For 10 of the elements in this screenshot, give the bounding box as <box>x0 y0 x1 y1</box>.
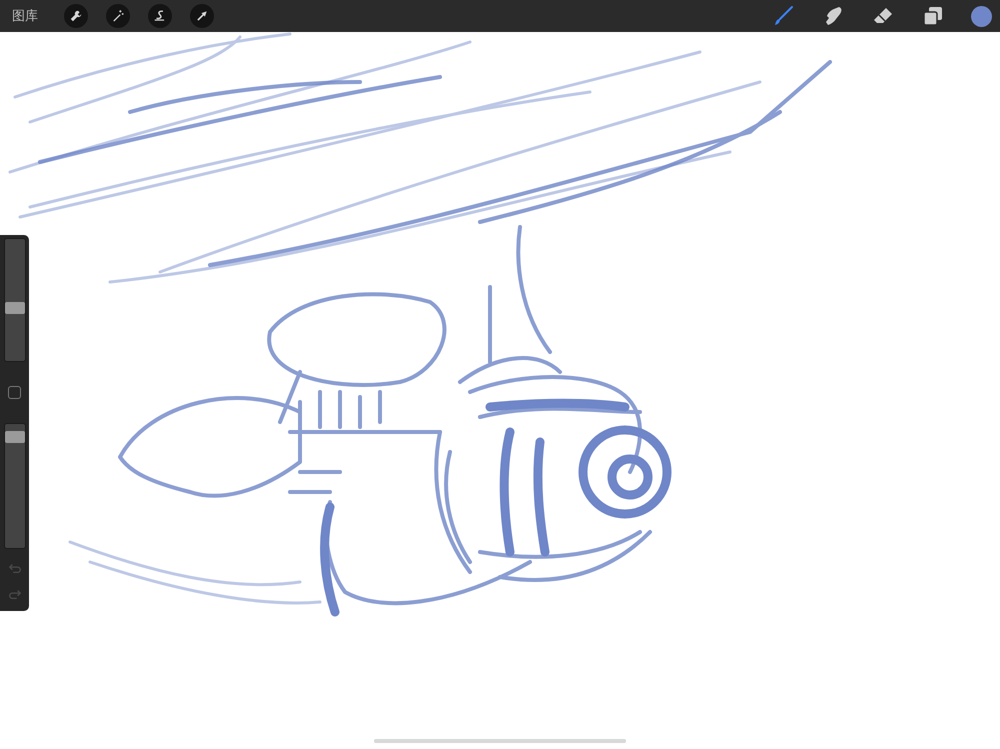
slider-thumb[interactable] <box>4 430 24 443</box>
brush-size-slider[interactable] <box>4 238 26 362</box>
wrench-icon[interactable] <box>64 4 88 28</box>
gallery-button[interactable]: 图库 <box>12 7 38 25</box>
opacity-slider[interactable] <box>4 423 26 549</box>
magic-wand-icon[interactable] <box>106 4 130 28</box>
slider-thumb[interactable] <box>4 302 24 314</box>
color-swatch[interactable] <box>971 6 992 26</box>
selection-icon[interactable] <box>148 4 172 28</box>
modify-button[interactable] <box>8 386 21 399</box>
